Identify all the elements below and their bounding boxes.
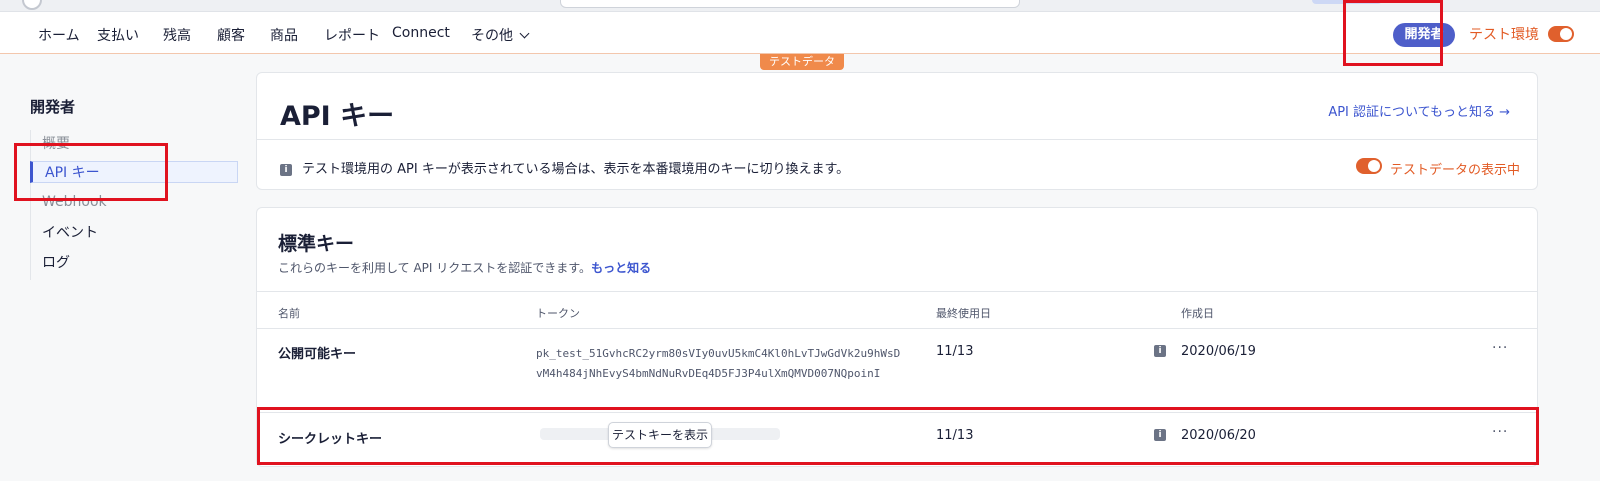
test-data-tag: テストデータ [760, 54, 844, 70]
column-header-last-used: 最終使用日 [936, 307, 991, 320]
circle-icon [22, 0, 42, 10]
column-header-name: 名前 [278, 307, 300, 320]
test-env-toggle[interactable] [1548, 26, 1574, 42]
info-icon[interactable]: i [1154, 345, 1166, 357]
nav-item-customers[interactable]: 顧客 [217, 25, 245, 45]
search-bar[interactable] [560, 0, 1020, 8]
standard-keys-title: 標準キー [278, 233, 355, 255]
test-data-status: テストデータの表示中 [1390, 163, 1521, 178]
sidebar-item-logs[interactable]: ログ [42, 252, 70, 272]
nav-item-balances[interactable]: 残高 [163, 25, 191, 45]
nav-item-payments[interactable]: 支払い [97, 25, 139, 45]
learn-api-auth-link[interactable]: API 認証についてもっと知る → [1328, 101, 1510, 120]
nav-more-label: その他 [471, 28, 513, 44]
highlight-secret-key-row [257, 407, 1539, 465]
description-text: これらのキーを利用して API リクエストを認証できます。 [278, 261, 592, 275]
card-divider [257, 139, 1537, 140]
standard-keys-description: これらのキーを利用して API リクエストを認証できます。もっと知る [278, 259, 651, 276]
test-data-toggle[interactable] [1356, 158, 1382, 174]
learn-more-link[interactable]: もっと知る [591, 261, 651, 275]
notice-text: テスト環境用の API キーが表示されている場合は、表示を本番環境用のキーに切り… [302, 162, 850, 177]
publishable-key-created: 2020/06/19 [1181, 344, 1256, 359]
header-divider [257, 328, 1537, 329]
publishable-key-name: 公開可能キー [278, 347, 357, 362]
more-icon[interactable]: ··· [1492, 340, 1508, 356]
test-env-label: テスト環境 [1469, 27, 1539, 43]
publishable-key-last-used: 11/13 [936, 344, 974, 359]
sidebar-item-events[interactable]: イベント [42, 222, 98, 242]
highlight-api-keys [14, 143, 168, 201]
nav-item-connect[interactable]: Connect [392, 25, 450, 41]
column-header-token: トークン [536, 307, 580, 320]
info-icon: i [280, 163, 292, 176]
nav-item-products[interactable]: 商品 [270, 25, 298, 45]
publishable-key-token[interactable]: pk_test_51GvhcRC2yrm80sVIy0uvU5kmC4Kl0hL… [536, 344, 906, 384]
nav-item-home[interactable]: ホーム [38, 25, 80, 45]
nav-item-more[interactable]: その他 [471, 25, 530, 45]
page-title: API キー [280, 101, 395, 132]
sidebar-title: 開発者 [30, 98, 76, 116]
chevron-down-icon [519, 28, 530, 39]
column-header-created: 作成日 [1181, 307, 1214, 320]
nav-item-reports[interactable]: レポート [324, 25, 380, 45]
table-top-divider [257, 291, 1537, 292]
notice-row: i テスト環境用の API キーが表示されている場合は、表示を本番環境用のキーに切… [280, 158, 849, 177]
highlight-developer [1343, 0, 1443, 66]
